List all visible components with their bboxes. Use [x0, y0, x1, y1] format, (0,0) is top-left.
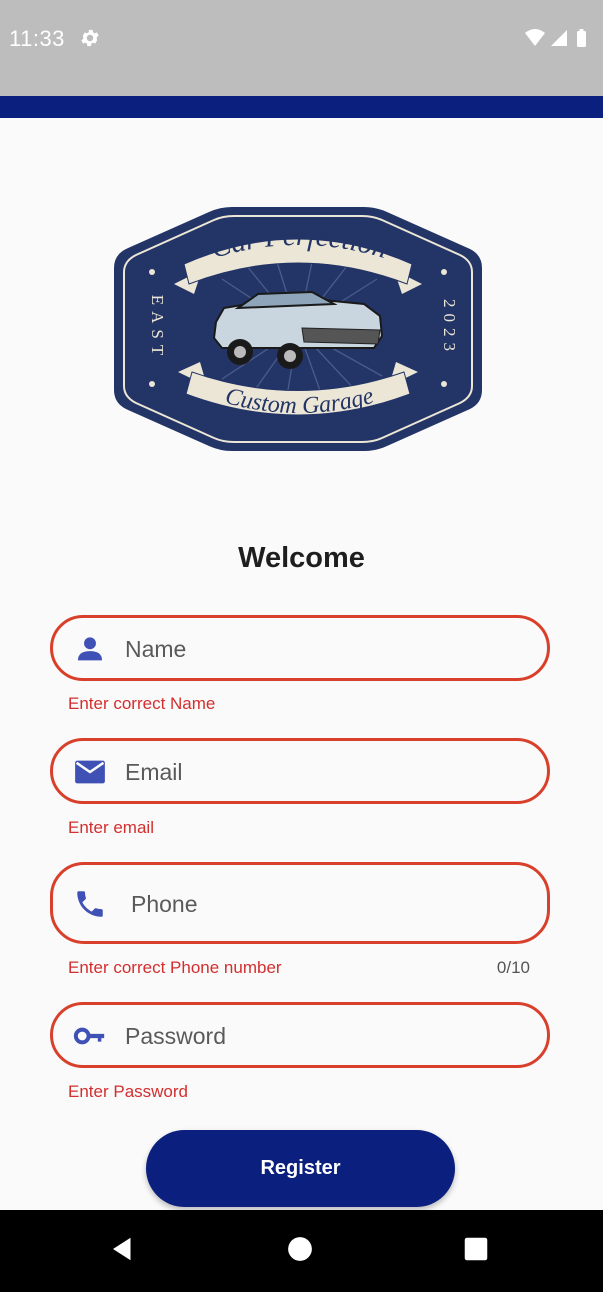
- car-perfection-logo: Car Perfection Custom Garage EAST 2023: [114, 207, 482, 451]
- email-field[interactable]: Email: [50, 738, 550, 804]
- password-error: Enter Password: [68, 1082, 188, 1101]
- logo-right-text: 2023: [440, 299, 459, 357]
- status-icons: [525, 29, 586, 47]
- back-icon[interactable]: [108, 1234, 138, 1264]
- phone-counter: 0/10: [496, 958, 530, 977]
- navigation-bar: [0, 1210, 603, 1292]
- email-placeholder: Email: [125, 759, 183, 785]
- recents-icon[interactable]: [461, 1234, 491, 1264]
- name-error: Enter correct Name: [68, 694, 216, 713]
- signal-icon: [551, 30, 567, 46]
- email-error: Enter email: [68, 818, 154, 837]
- key-icon: [73, 1027, 105, 1045]
- phone-field[interactable]: Phone: [50, 862, 550, 944]
- wifi-icon: [525, 29, 545, 46]
- battery-icon: [577, 29, 586, 47]
- status-time: 11:33: [9, 26, 65, 51]
- status-bar: 11:33: [0, 0, 603, 96]
- logo-left-text: EAST: [148, 295, 167, 362]
- app-bar: [0, 96, 603, 118]
- phone-icon: [77, 891, 103, 917]
- welcome-title: Welcome: [238, 542, 365, 574]
- phone-placeholder: Phone: [131, 891, 198, 917]
- password-placeholder: Password: [125, 1023, 226, 1049]
- register-button[interactable]: Register: [146, 1130, 455, 1207]
- name-placeholder: Name: [125, 636, 187, 662]
- email-icon: [75, 760, 105, 784]
- password-field[interactable]: Password: [50, 1002, 550, 1068]
- person-icon: [77, 637, 103, 661]
- gear-icon: [81, 29, 99, 47]
- name-field[interactable]: Name: [50, 615, 550, 681]
- home-icon[interactable]: [285, 1234, 315, 1264]
- phone-error: Enter correct Phone number: [68, 958, 282, 977]
